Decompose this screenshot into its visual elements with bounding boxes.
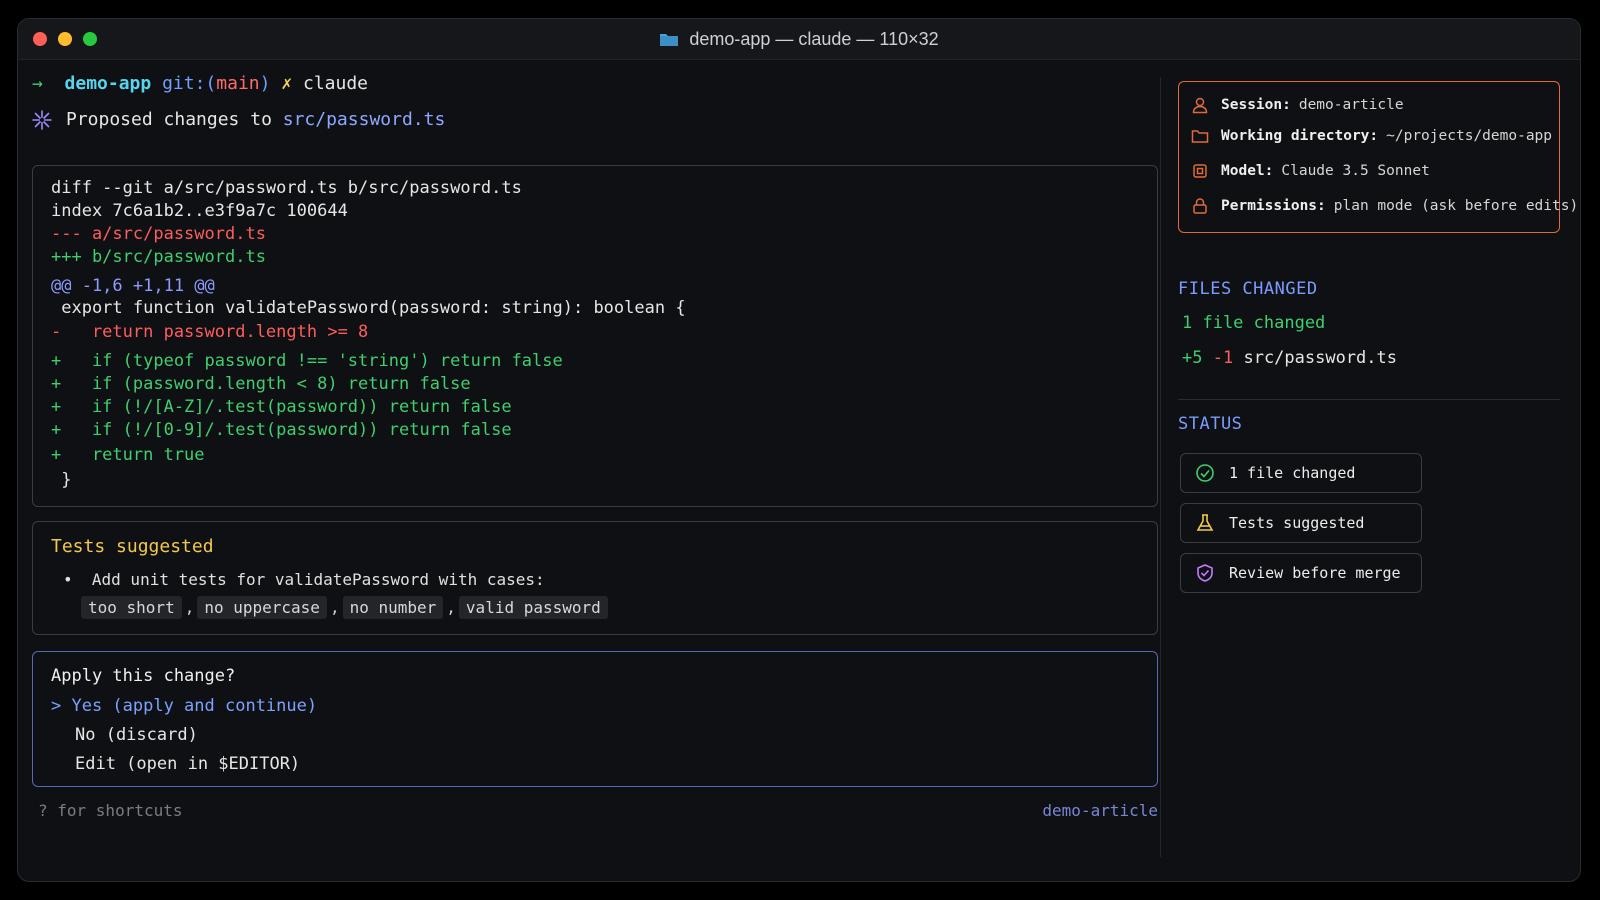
diff-added-line: + return true bbox=[51, 445, 205, 465]
prompt-arrow: → bbox=[32, 73, 43, 94]
option-edit[interactable]: Edit (open in $EDITOR) bbox=[75, 754, 300, 774]
lines-removed: -1 bbox=[1212, 348, 1234, 368]
tests-bullet: • Add unit tests for validatePassword wi… bbox=[63, 570, 545, 589]
diff-header-line: diff --git a/src/password.ts b/src/passw… bbox=[51, 178, 522, 198]
diff-context-line: } bbox=[51, 470, 72, 490]
proposal-text: Proposed changes to bbox=[66, 109, 283, 130]
main-pane: → demo-app git:(main) ✗ claude Proposed … bbox=[32, 59, 1158, 879]
chip-icon bbox=[1193, 164, 1207, 178]
lock-icon bbox=[1193, 198, 1207, 214]
chip-separator: , bbox=[184, 598, 195, 617]
prompt-git-suffix: ) bbox=[259, 73, 271, 94]
session-key: Session: bbox=[1221, 97, 1291, 113]
window-title-wrap: demo-app — claude — 110×32 bbox=[18, 19, 1580, 59]
tests-title: Tests suggested bbox=[51, 536, 214, 557]
title-bar: demo-app — claude — 110×32 bbox=[18, 19, 1580, 60]
diff-new-file-line: +++ b/src/password.ts bbox=[51, 247, 266, 267]
proposal-path-link[interactable]: src/password.ts bbox=[283, 109, 446, 130]
test-case-chip: no uppercase bbox=[197, 596, 327, 619]
changed-file-name: src/password.ts bbox=[1243, 348, 1397, 368]
apply-question: Apply this change? bbox=[51, 666, 236, 686]
diff-context-line: export function validatePassword(passwor… bbox=[51, 298, 686, 318]
tests-suggested-panel: Tests suggested • Add unit tests for val… bbox=[32, 521, 1158, 635]
status-item-review: Review before merge bbox=[1180, 553, 1422, 593]
files-changed-count: 1 file changed bbox=[1182, 313, 1326, 333]
session-row: Session: demo-article bbox=[1191, 96, 1404, 114]
test-case-list: too short , no uppercase , no number , v… bbox=[81, 596, 608, 619]
working-dir-key: Working directory: bbox=[1221, 128, 1379, 144]
diff-added-line: + if (password.length < 8) return false bbox=[51, 374, 471, 394]
session-info-card: Session: demo-article Working directory:… bbox=[1178, 81, 1578, 233]
working-dir-value: ~/projects/demo-app bbox=[1386, 128, 1553, 144]
diff-hunk-header: @@ -1,6 +1,11 @@ bbox=[51, 276, 215, 296]
diff-added-line: + if (typeof password !== 'string') retu… bbox=[51, 351, 563, 371]
status-item-files-changed: 1 file changed bbox=[1180, 453, 1422, 493]
diff-removed-line: - return password.length >= 8 bbox=[51, 322, 369, 342]
shield-check-icon bbox=[1197, 564, 1213, 582]
model-key: Model: bbox=[1221, 163, 1274, 179]
prompt-command: claude bbox=[303, 73, 369, 94]
session-value: demo-article bbox=[1298, 97, 1404, 113]
lines-added: +5 bbox=[1182, 348, 1203, 368]
folder-icon bbox=[660, 34, 679, 46]
shortcuts-hint: ? for shortcuts bbox=[38, 801, 183, 820]
prompt-branch: main bbox=[216, 73, 260, 94]
proposal-line: Proposed changes to src/password.ts bbox=[32, 109, 445, 130]
window-title: demo-app — claude — 110×32 bbox=[689, 28, 939, 49]
shell-prompt: → demo-app git:(main) ✗ claude bbox=[32, 73, 368, 94]
option-no[interactable]: No (discard) bbox=[75, 725, 198, 745]
diff-added-line: + if (!/[A-Z]/.test(password)) return fa… bbox=[51, 397, 512, 417]
diff-index-line: index 7c6a1b2..e3f9a7c 100644 bbox=[51, 201, 348, 221]
test-case-chip: valid password bbox=[458, 596, 608, 619]
working-dir-row: Working directory: ~/projects/demo-app bbox=[1191, 127, 1552, 145]
permissions-value: plan mode (ask before edits) bbox=[1333, 198, 1579, 214]
terminal-window: demo-app — claude — 110×32 → demo-app gi… bbox=[17, 18, 1581, 882]
status-label: Tests suggested bbox=[1229, 514, 1365, 532]
folder-outline-icon bbox=[1191, 130, 1209, 143]
changed-file-row[interactable]: +5 -1 src/password.ts bbox=[1182, 348, 1397, 368]
model-value: Claude 3.5 Sonnet bbox=[1281, 163, 1430, 179]
status-label: Review before merge bbox=[1229, 564, 1401, 582]
permissions-row: Permissions: plan mode (ask before edits… bbox=[1191, 197, 1578, 215]
prompt-git-prefix: git:( bbox=[162, 73, 217, 94]
chip-separator: , bbox=[446, 598, 456, 617]
session-label: demo-article bbox=[1042, 801, 1158, 820]
flask-icon bbox=[1196, 514, 1214, 531]
pane-divider bbox=[1160, 77, 1161, 857]
check-circle-icon bbox=[1196, 464, 1214, 482]
test-case-chip: no number bbox=[342, 596, 444, 619]
status-label: 1 file changed bbox=[1229, 464, 1356, 482]
prompt-dirty-mark: ✗ bbox=[281, 73, 293, 94]
diff-added-line: + if (!/[0-9]/.test(password)) return fa… bbox=[51, 420, 512, 440]
option-yes[interactable]: > Yes (apply and continue) bbox=[51, 696, 317, 716]
diff-panel: diff --git a/src/password.ts b/src/passw… bbox=[32, 165, 1158, 507]
prompt-dir: demo-app bbox=[64, 73, 152, 94]
diff-old-file-line: --- a/src/password.ts bbox=[51, 224, 266, 244]
model-row: Model: Claude 3.5 Sonnet bbox=[1191, 162, 1430, 180]
files-changed-title: FILES CHANGED bbox=[1178, 279, 1318, 299]
user-icon bbox=[1192, 97, 1208, 114]
section-divider bbox=[1178, 399, 1560, 400]
status-title: STATUS bbox=[1178, 414, 1243, 434]
status-item-tests-suggested: Tests suggested bbox=[1180, 503, 1422, 543]
sparkle-icon bbox=[32, 109, 52, 130]
apply-change-prompt: Apply this change? > Yes (apply and cont… bbox=[32, 651, 1158, 787]
chip-separator: , bbox=[329, 598, 340, 617]
test-case-chip: too short bbox=[81, 596, 182, 619]
permissions-key: Permissions: bbox=[1221, 198, 1326, 214]
